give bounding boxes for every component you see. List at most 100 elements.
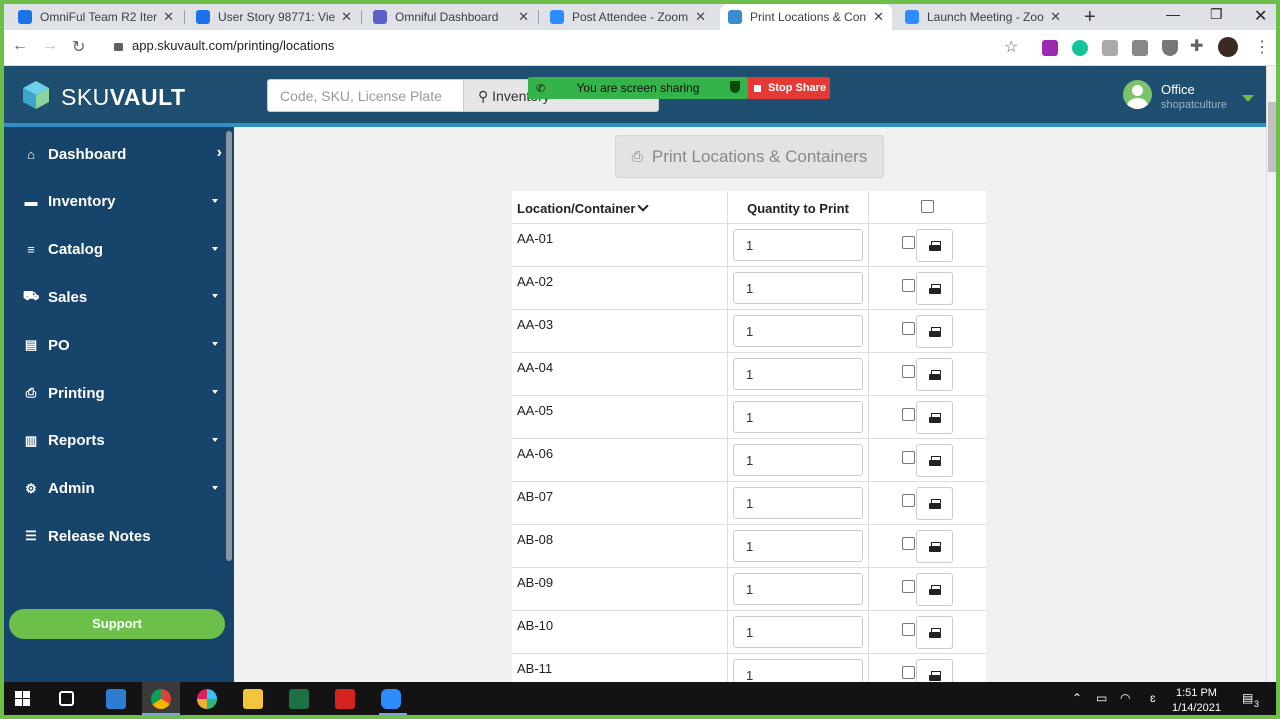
browser-tab[interactable]: Post Attendee - Zoom ✕	[542, 4, 714, 30]
quantity-input[interactable]	[733, 315, 863, 347]
print-row-button[interactable]	[916, 659, 953, 682]
sort-chevron-icon[interactable]	[637, 200, 650, 212]
row-select-checkbox[interactable]	[902, 537, 915, 550]
sidebar-item-po[interactable]: ▤ PO	[4, 321, 226, 369]
print-row-button[interactable]	[916, 487, 953, 520]
profile-avatar[interactable]	[1218, 37, 1238, 57]
extension-icon[interactable]	[1042, 40, 1058, 56]
row-select-checkbox[interactable]	[902, 494, 915, 507]
app-icon[interactable]	[106, 689, 126, 709]
new-tab-button[interactable]: +	[1084, 6, 1096, 29]
row-select-checkbox[interactable]	[902, 408, 915, 421]
restore-button[interactable]: ❐	[1210, 6, 1223, 23]
chevron-down-icon[interactable]	[1242, 95, 1254, 102]
close-tab-icon[interactable]: ✕	[1050, 9, 1061, 25]
close-tab-icon[interactable]: ✕	[695, 9, 706, 25]
forward-icon[interactable]: →	[42, 37, 58, 55]
print-locations-button[interactable]: ⎙ Print Locations & Containers	[615, 135, 884, 178]
print-row-button[interactable]	[916, 315, 953, 348]
shield-icon[interactable]	[1162, 40, 1178, 56]
print-row-button[interactable]	[916, 616, 953, 649]
select-all-checkbox[interactable]	[921, 200, 934, 213]
clock[interactable]: 1:51 PM 1/14/2021	[1172, 686, 1221, 715]
print-row-button[interactable]	[916, 530, 953, 563]
file-explorer-icon[interactable]	[243, 689, 263, 709]
close-window-button[interactable]: ✕	[1254, 6, 1267, 26]
print-row-button[interactable]	[916, 358, 953, 391]
close-tab-icon[interactable]: ✕	[873, 9, 884, 25]
print-row-button[interactable]	[916, 229, 953, 262]
back-icon[interactable]: ←	[12, 37, 28, 55]
quantity-input[interactable]	[733, 573, 863, 605]
quantity-input[interactable]	[733, 659, 863, 682]
row-select-checkbox[interactable]	[902, 279, 915, 292]
print-row-button[interactable]	[916, 401, 953, 434]
user-avatar[interactable]	[1123, 80, 1152, 109]
chrome-icon[interactable]	[151, 689, 171, 709]
slack-icon[interactable]	[197, 689, 217, 709]
browser-tab[interactable]: Omniful Dashboard ✕	[365, 4, 537, 30]
sidebar-scrollbar[interactable]	[226, 131, 232, 561]
sidebar-item-dashboard[interactable]: ⌂ Dashboard ›	[4, 130, 226, 178]
close-tab-icon[interactable]: ✕	[341, 9, 352, 25]
quantity-input[interactable]	[733, 229, 863, 261]
quantity-input[interactable]	[733, 616, 863, 648]
acrobat-icon[interactable]	[335, 689, 355, 709]
close-tab-icon[interactable]: ✕	[163, 9, 174, 25]
camera-icon[interactable]	[1132, 40, 1148, 56]
extension-icon[interactable]	[1102, 40, 1118, 56]
browser-tab[interactable]: Print Locations & Conta ✕	[720, 4, 892, 30]
puzzle-icon[interactable]: ✚	[1190, 36, 1203, 56]
support-button[interactable]: Support	[9, 609, 225, 639]
row-select-checkbox[interactable]	[902, 580, 915, 593]
zoom-icon[interactable]	[381, 689, 401, 709]
notifications-icon[interactable]: ▤	[1242, 691, 1253, 705]
scrollbar-thumb[interactable]	[1268, 102, 1276, 172]
user-name[interactable]: Office	[1161, 82, 1195, 97]
print-row-button[interactable]	[916, 573, 953, 606]
close-tab-icon[interactable]: ✕	[518, 9, 529, 25]
sidebar-item-reports[interactable]: ▥ Reports	[4, 417, 226, 465]
print-row-button[interactable]	[916, 272, 953, 305]
windows-start-icon[interactable]	[15, 691, 30, 706]
sidebar-item-release-notes[interactable]: ☰ Release Notes	[4, 512, 226, 560]
row-select-checkbox[interactable]	[902, 623, 915, 636]
quantity-input[interactable]	[733, 444, 863, 476]
row-select-checkbox[interactable]	[902, 322, 915, 335]
sidebar-item-sales[interactable]: ⛟ Sales	[4, 273, 226, 321]
browser-tab[interactable]: Launch Meeting - Zoom ✕	[897, 4, 1069, 30]
quantity-input[interactable]	[733, 358, 863, 390]
quantity-input[interactable]	[733, 487, 863, 519]
minimize-button[interactable]: —	[1166, 6, 1180, 22]
page-scrollbar[interactable]	[1266, 66, 1276, 682]
browser-tab[interactable]: User Story 98771: View ✕	[188, 4, 360, 30]
bookmark-star-icon[interactable]: ☆	[1004, 37, 1018, 57]
reload-icon[interactable]: ↻	[72, 37, 85, 57]
sidebar-item-catalog[interactable]: ≡ Catalog	[4, 226, 226, 274]
quantity-input[interactable]	[733, 401, 863, 433]
battery-icon[interactable]: ▭	[1096, 691, 1107, 705]
chevron-up-icon[interactable]: ⌃	[1072, 691, 1082, 705]
sidebar-item-admin[interactable]: ⚙ Admin	[4, 465, 226, 513]
location-column-header[interactable]: Location/Container	[517, 200, 650, 216]
stop-share-button[interactable]: Stop Share	[748, 77, 830, 99]
wifi-icon[interactable]: ◠	[1120, 691, 1130, 705]
browser-tab[interactable]: OmniFul Team R2 Iterat ✕	[10, 4, 182, 30]
sidebar-item-inventory[interactable]: ▬ Inventory	[4, 178, 226, 226]
logo-text[interactable]: SKUVAULT	[61, 84, 186, 111]
task-view-icon[interactable]	[59, 691, 74, 706]
grammarly-icon[interactable]	[1072, 40, 1088, 56]
quantity-input[interactable]	[733, 272, 863, 304]
row-select-checkbox[interactable]	[902, 451, 915, 464]
print-row-button[interactable]	[916, 444, 953, 477]
menu-icon[interactable]: ⋮	[1254, 37, 1270, 57]
row-select-checkbox[interactable]	[902, 666, 915, 679]
row-select-checkbox[interactable]	[902, 236, 915, 249]
excel-icon[interactable]	[289, 689, 309, 709]
language-icon[interactable]: ɛ	[1150, 691, 1156, 705]
sidebar-item-printing[interactable]: ⎙ Printing	[4, 369, 226, 417]
quantity-input[interactable]	[733, 530, 863, 562]
row-select-checkbox[interactable]	[902, 365, 915, 378]
search-input[interactable]: Code, SKU, License Plate	[267, 79, 463, 112]
url-text[interactable]: app.skuvault.com/printing/locations	[132, 38, 334, 53]
